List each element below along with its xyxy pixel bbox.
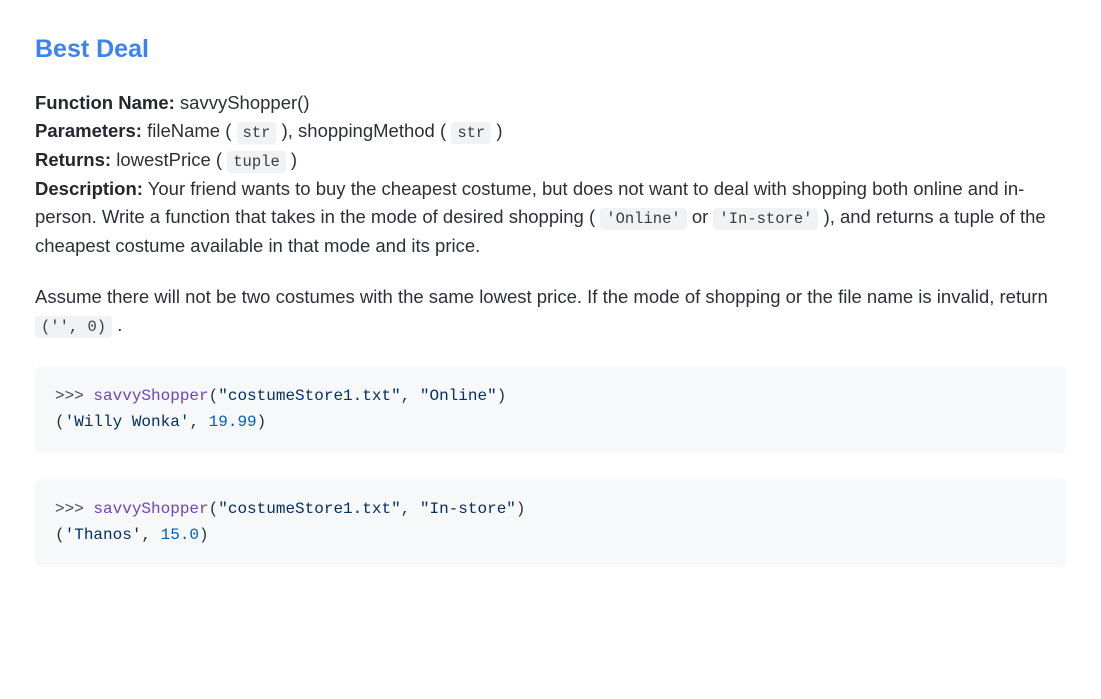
call-arg1: "costumeStore1.txt" <box>218 500 400 518</box>
assumption-retval: ('', 0) <box>35 316 112 338</box>
out-comma: , <box>141 526 160 544</box>
out-comma: , <box>189 413 208 431</box>
returns-name: lowestPrice <box>116 149 211 170</box>
function-name-label: Function Name: <box>35 92 175 113</box>
description-label: Description: <box>35 178 143 199</box>
repl-prompt: >>> <box>55 500 93 518</box>
returns-label: Returns: <box>35 149 111 170</box>
out-lparen: ( <box>55 526 65 544</box>
code-example-1: >>> savvyShopper("costumeStore1.txt", "O… <box>35 366 1066 453</box>
call-rparen: ) <box>497 387 507 405</box>
call-comma: , <box>401 500 420 518</box>
param1-name: fileName <box>147 120 220 141</box>
out-rparen: ) <box>257 413 267 431</box>
call-lparen: ( <box>209 387 219 405</box>
desc-opt-instore: 'In-store' <box>713 208 818 230</box>
description-paragraph: Description: Your friend wants to buy th… <box>35 175 1066 261</box>
code-example-2: >>> savvyShopper("costumeStore1.txt", "I… <box>35 479 1066 566</box>
function-name-value: savvyShopper() <box>180 92 310 113</box>
returns-line: Returns: lowestPrice ( tuple ) <box>35 146 1066 175</box>
out-number: 19.99 <box>209 413 257 431</box>
param2-name: shoppingMethod <box>298 120 435 141</box>
repl-prompt: >>> <box>55 387 93 405</box>
out-string: 'Thanos' <box>65 526 142 544</box>
param1-type: str <box>237 122 277 144</box>
parameters-line: Parameters: fileName ( str ), shoppingMe… <box>35 117 1066 146</box>
function-name-line: Function Name: savvyShopper() <box>35 89 1066 118</box>
call-comma: , <box>401 387 420 405</box>
out-lparen: ( <box>55 413 65 431</box>
call-arg2: "Online" <box>420 387 497 405</box>
call-arg1: "costumeStore1.txt" <box>218 387 400 405</box>
call-rparen: ) <box>516 500 526 518</box>
assumption-paragraph: Assume there will not be two costumes wi… <box>35 283 1066 340</box>
out-string: 'Willy Wonka' <box>65 413 190 431</box>
param2-type: str <box>451 122 491 144</box>
desc-or: or <box>692 206 708 227</box>
assumption-lead: Assume there will not be two costumes wi… <box>35 286 1048 307</box>
parameters-label: Parameters: <box>35 120 142 141</box>
call-func: savvyShopper <box>93 387 208 405</box>
out-rparen: ) <box>199 526 209 544</box>
call-func: savvyShopper <box>93 500 208 518</box>
assumption-tail: . <box>117 314 122 335</box>
desc-opt-online: 'Online' <box>600 208 686 230</box>
section-title: Best Deal <box>35 30 1066 69</box>
call-arg2: "In-store" <box>420 500 516 518</box>
out-number: 15.0 <box>161 526 199 544</box>
returns-type: tuple <box>227 151 286 173</box>
call-lparen: ( <box>209 500 219 518</box>
